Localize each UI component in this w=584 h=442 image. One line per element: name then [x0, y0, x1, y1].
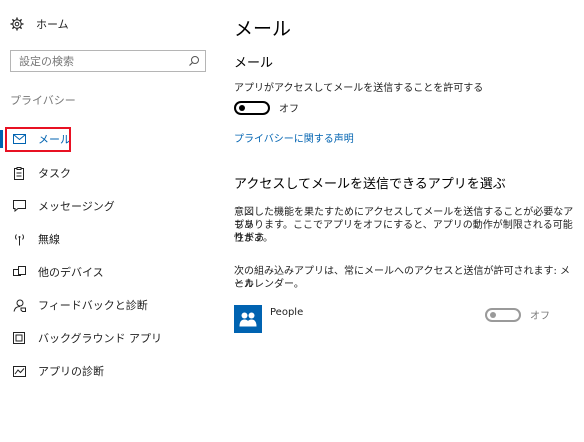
background-apps-icon — [12, 331, 26, 345]
app-name: People — [270, 307, 304, 318]
toggle-knob — [490, 311, 496, 318]
toggle-knob — [239, 104, 245, 111]
other-devices-icon — [12, 265, 26, 279]
toggle-state-label: オフ — [279, 104, 299, 115]
mail-icon — [12, 132, 26, 146]
search-input[interactable] — [11, 54, 183, 68]
sidebar-item-app-diagnostics[interactable]: アプリの診断 — [0, 358, 220, 384]
sidebar: ホーム プライバシー メール タスク メッセージング 無線 — [0, 0, 220, 442]
main-toggle-row: オフ — [234, 100, 299, 115]
page-title: メール — [234, 18, 292, 40]
app-row-people: People オフ — [234, 305, 574, 333]
sidebar-item-background-apps[interactable]: バックグラウンド アプリ — [0, 325, 220, 351]
choose-apps-heading: アクセスしてメールを送信できるアプリを選ぶ — [234, 177, 506, 192]
feedback-icon — [12, 298, 26, 312]
search-box[interactable] — [10, 50, 206, 72]
sidebar-item-label: タスク — [38, 167, 71, 180]
sidebar-item-other-devices[interactable]: 他のデバイス — [0, 259, 220, 285]
toggle-state-label: オフ — [530, 311, 550, 322]
privacy-statement-link[interactable]: プライバシーに関する声明 — [234, 130, 354, 145]
sidebar-item-label: アプリの診断 — [38, 365, 104, 378]
sidebar-item-label: バックグラウンド アプリ — [38, 332, 163, 345]
messaging-icon — [12, 199, 26, 213]
sidebar-item-label: 他のデバイス — [38, 266, 104, 279]
app-diagnostics-icon — [12, 364, 26, 378]
sidebar-item-messaging[interactable]: メッセージング — [0, 193, 220, 219]
active-indicator — [0, 130, 3, 148]
builtin-apps-line: とカレンダー。 — [234, 279, 304, 290]
gear-icon — [10, 17, 24, 31]
radio-icon — [12, 232, 26, 246]
sidebar-item-label: メッセージング — [38, 200, 115, 213]
allow-access-label: アプリがアクセスしてメールを送信することを許可する — [234, 83, 484, 94]
sidebar-item-feedback[interactable]: フィードバックと診断 — [0, 292, 220, 318]
home-label: ホーム — [36, 18, 69, 31]
description-line: ります。 — [234, 233, 273, 244]
app-toggle-row: オフ — [485, 307, 550, 322]
sidebar-item-label: フィードバックと診断 — [38, 299, 148, 312]
section-label: プライバシー — [10, 94, 76, 107]
tasks-icon — [12, 166, 26, 180]
sidebar-item-mail[interactable]: メール — [0, 126, 220, 152]
sidebar-item-label: メール — [38, 133, 71, 146]
search-icon[interactable] — [183, 51, 205, 71]
mail-access-toggle[interactable] — [234, 100, 270, 115]
sidebar-item-radio[interactable]: 無線 — [0, 226, 220, 252]
sidebar-item-tasks[interactable]: タスク — [0, 160, 220, 186]
people-app-icon — [234, 305, 262, 333]
sidebar-item-label: 無線 — [38, 233, 60, 246]
home-link[interactable]: ホーム — [10, 14, 69, 34]
section-title: メール — [234, 56, 274, 71]
people-access-toggle[interactable] — [485, 307, 521, 322]
description-line: もあります。ここでアプリをオフにすると、アプリの動作が制限される可能性があ — [234, 220, 573, 244]
